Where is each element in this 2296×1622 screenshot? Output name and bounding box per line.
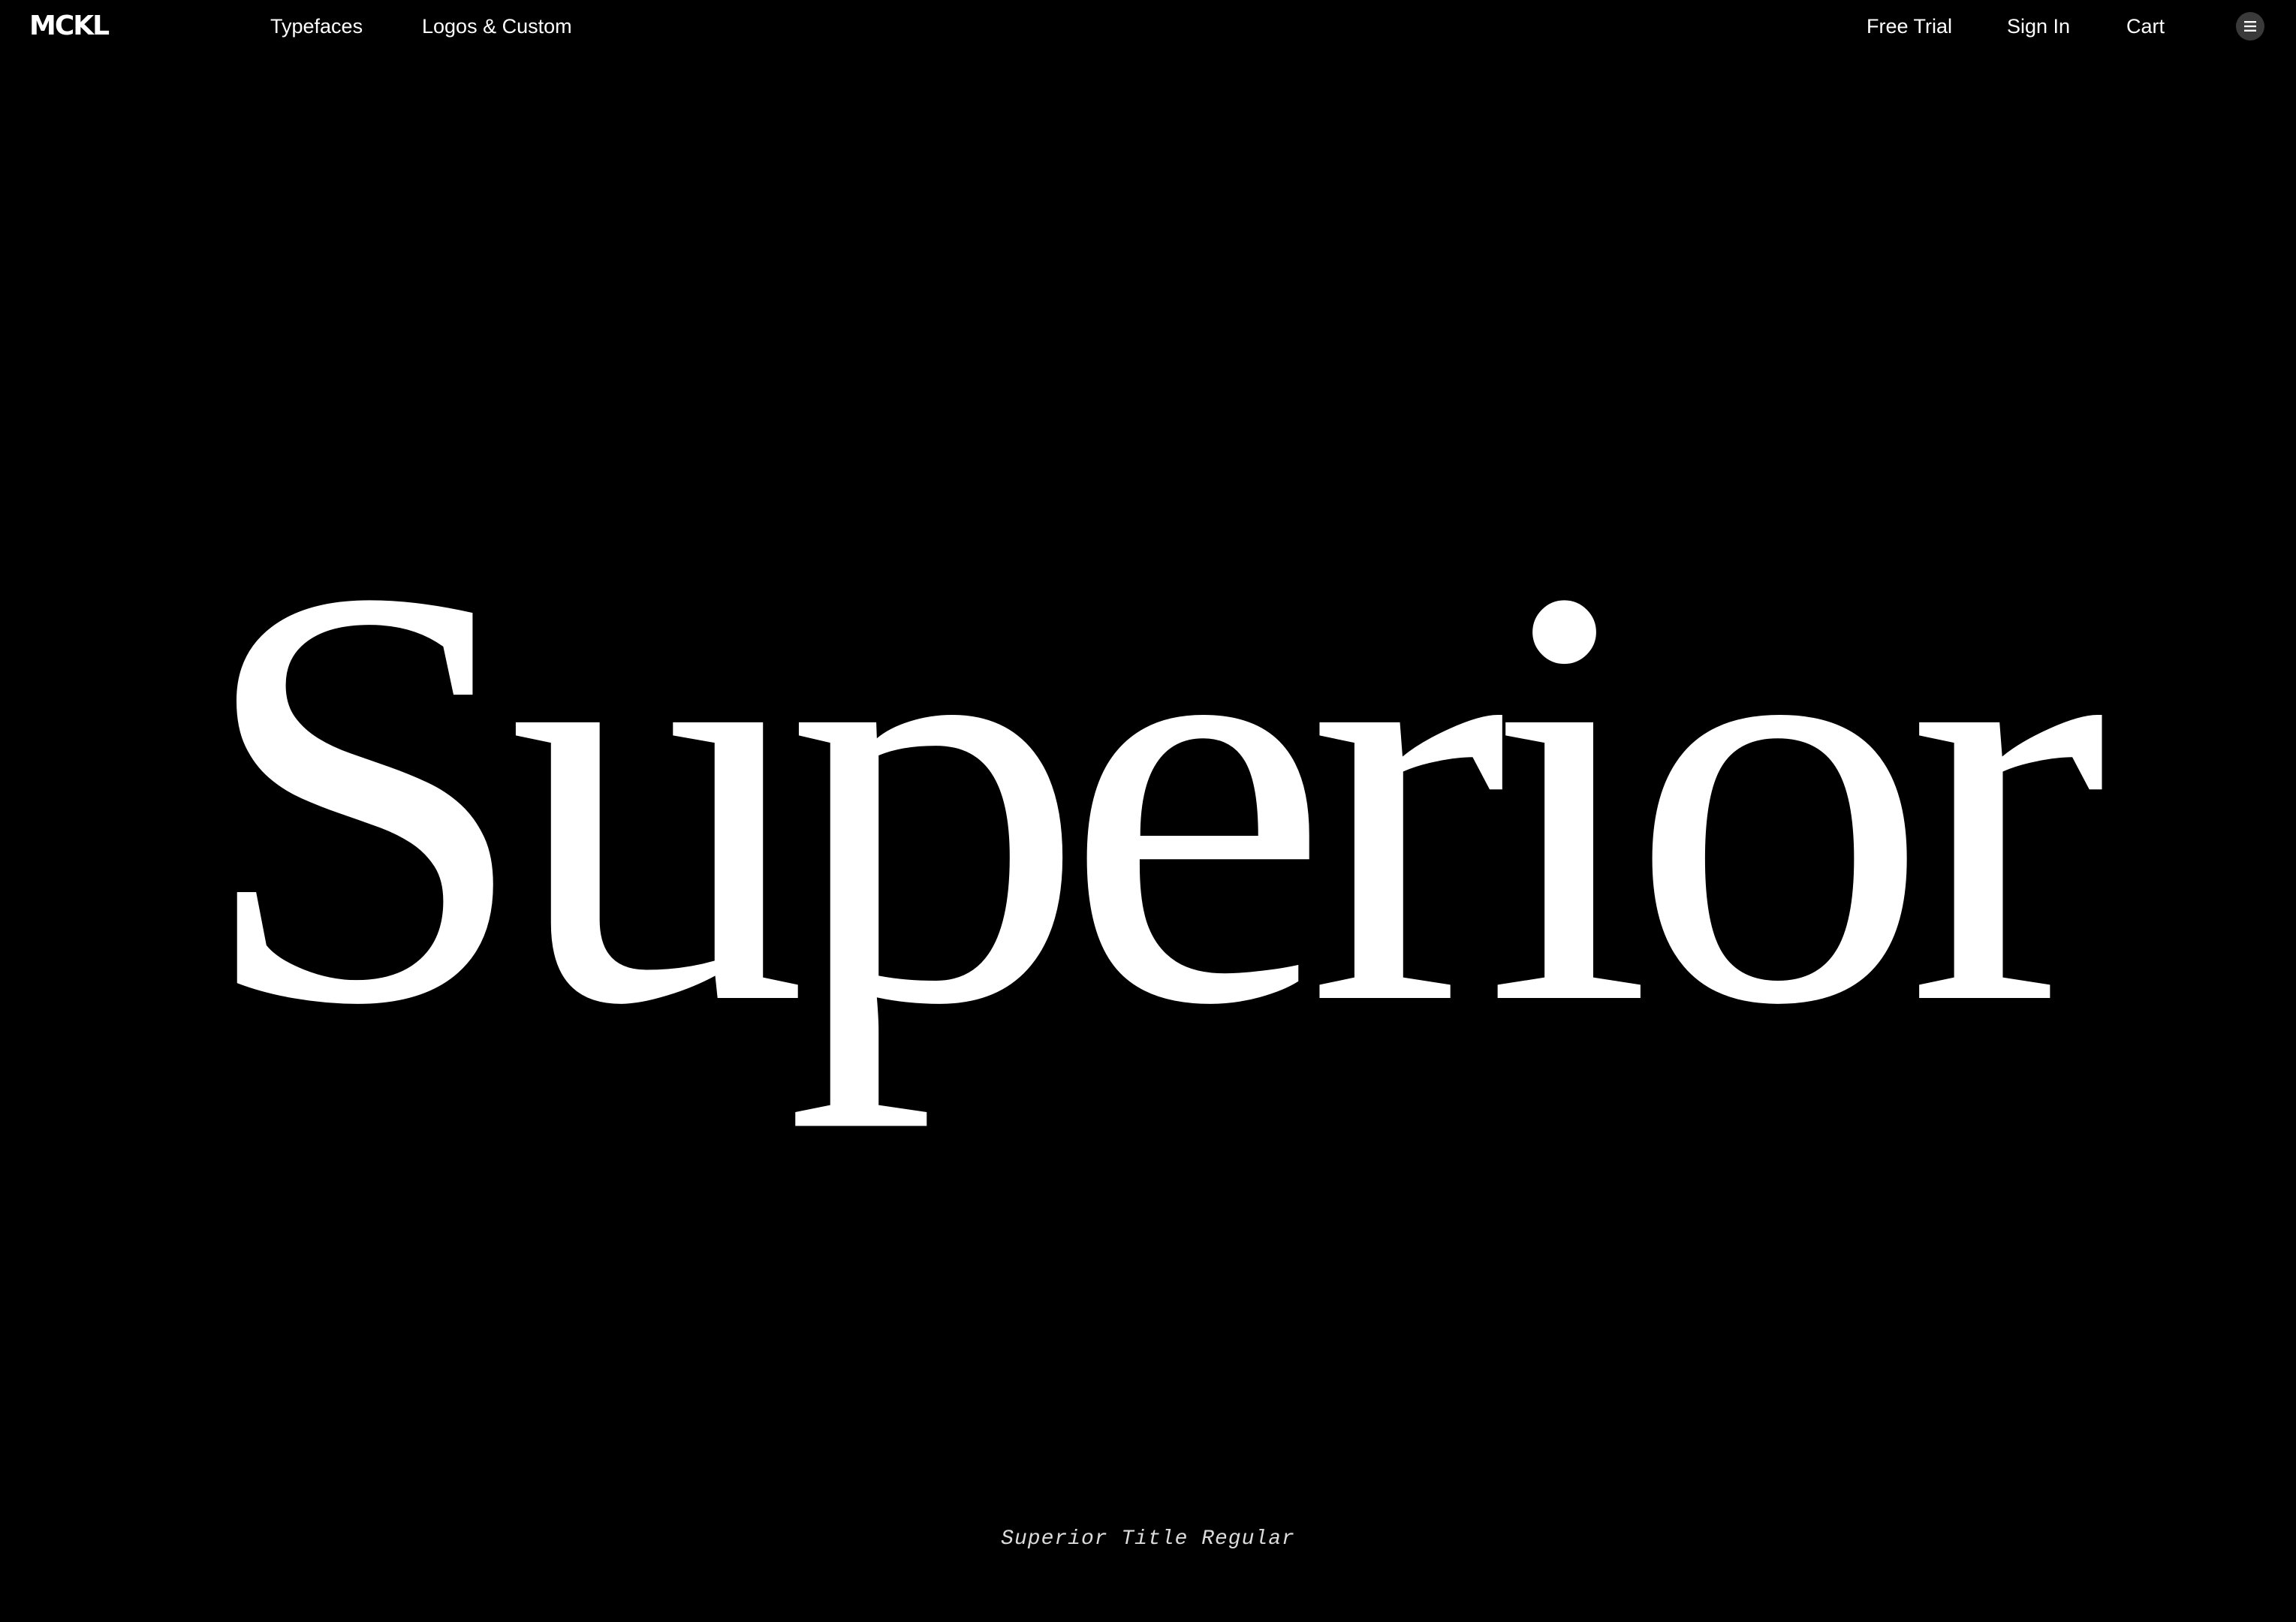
nav-link-logos-custom[interactable]: Logos & Custom: [422, 13, 572, 40]
menu-button[interactable]: [2236, 12, 2264, 41]
hamburger-menu-icon: [2244, 21, 2256, 32]
nav-link-free-trial[interactable]: Free Trial: [1867, 13, 1952, 40]
top-navigation: MCKL Typefaces Logos & Custom Free Trial…: [0, 0, 2296, 54]
mckl-logo[interactable]: MCKL: [29, 10, 110, 43]
nav-link-sign-in[interactable]: Sign In: [2007, 13, 2070, 40]
nav-link-cart[interactable]: Cart: [2126, 13, 2165, 40]
font-style-caption: Superior Title Regular: [1001, 1527, 1295, 1551]
specimen-word: Superior: [196, 463, 2107, 1129]
typeface-specimen-hero: Superior: [0, 496, 2296, 1096]
nav-link-typefaces[interactable]: Typefaces: [270, 13, 363, 40]
